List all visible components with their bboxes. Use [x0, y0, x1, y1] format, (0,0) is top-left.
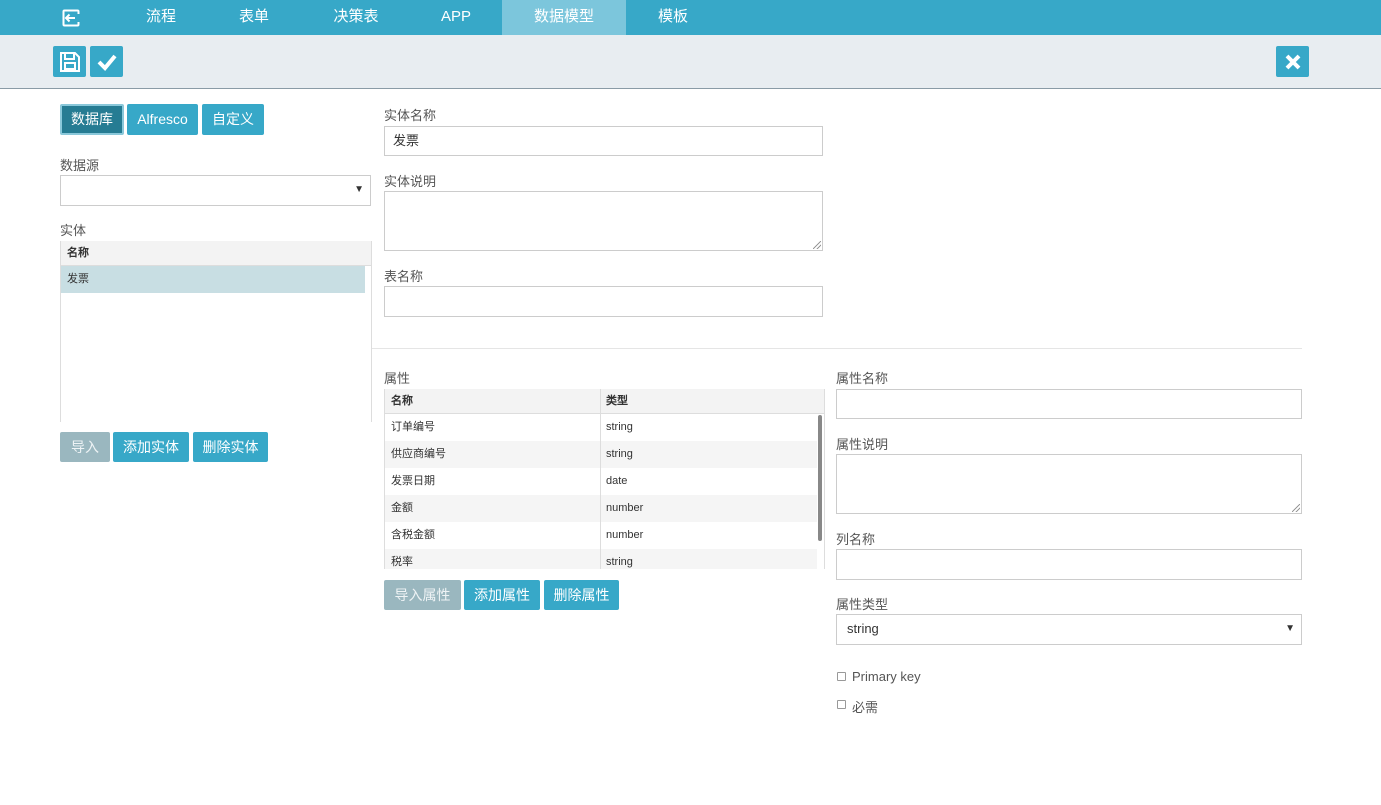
- attribute-grid-scrollbar[interactable]: [818, 415, 822, 541]
- tab-database[interactable]: 数据库: [60, 104, 124, 135]
- primary-key-checkbox[interactable]: [837, 672, 846, 681]
- attribute-name-cell: 订单编号: [391, 421, 435, 433]
- exit-icon[interactable]: [52, 0, 90, 35]
- entity-grid-header: 名称: [61, 241, 371, 266]
- attribute-grid-header: 名称 类型: [385, 389, 824, 414]
- save-icon: [59, 51, 80, 72]
- entity-name-label: 实体名称: [384, 108, 437, 123]
- attribute-type-cell: string: [606, 448, 633, 460]
- add-entity-button[interactable]: 添加实体: [113, 432, 189, 462]
- tab-custom[interactable]: 自定义: [202, 104, 264, 135]
- column-header-name[interactable]: 名称: [391, 389, 413, 413]
- nav-data-model[interactable]: 数据模型: [502, 0, 626, 41]
- attribute-type-label: 属性类型: [836, 597, 889, 612]
- attribute-name-label: 属性名称: [836, 371, 889, 386]
- delete-attribute-button[interactable]: 删除属性: [544, 580, 619, 610]
- column-header-type[interactable]: 类型: [606, 389, 628, 413]
- column-name-label: 列名称: [836, 532, 876, 547]
- resize-handle-icon[interactable]: [1292, 504, 1300, 512]
- primary-key-label: Primary key: [852, 669, 921, 684]
- nav-decision-table[interactable]: 决策表: [316, 0, 396, 35]
- attribute-name-cell: 含税金额: [391, 529, 435, 541]
- top-nav: 流程 表单 决策表 APP 数据模型 模板: [0, 0, 1381, 41]
- chevron-down-icon: ▼: [1285, 623, 1295, 634]
- attribute-name-input[interactable]: [836, 389, 1302, 419]
- toolbar: [0, 35, 1381, 89]
- nav-template[interactable]: 模板: [638, 0, 708, 35]
- import-entity-button[interactable]: 导入: [60, 432, 110, 462]
- required-checkbox[interactable]: [837, 700, 846, 709]
- delete-entity-button[interactable]: 删除实体: [193, 432, 268, 462]
- entity-name-input[interactable]: 发票: [384, 126, 823, 156]
- entities-label: 实体: [60, 223, 87, 238]
- attribute-type-cell: date: [606, 475, 628, 487]
- nav-app[interactable]: APP: [421, 0, 491, 35]
- close-button[interactable]: [1276, 46, 1309, 77]
- datasource-label: 数据源: [60, 158, 100, 173]
- attribute-name-cell: 金额: [391, 502, 413, 514]
- import-attribute-button[interactable]: 导入属性: [384, 580, 461, 610]
- attribute-name-cell: 税率: [391, 556, 413, 568]
- table-name-label: 表名称: [384, 269, 424, 284]
- attribute-type-cell: number: [606, 529, 644, 541]
- entity-description-label: 实体说明: [384, 174, 437, 189]
- nav-form[interactable]: 表单: [219, 0, 289, 35]
- column-name-input[interactable]: [836, 549, 1302, 580]
- attribute-grid: 名称 类型 订单编号 string 供应商编号 string 发票日期 date…: [384, 389, 825, 569]
- table-name-input[interactable]: [384, 286, 823, 317]
- nav-process[interactable]: 流程: [126, 0, 196, 35]
- attribute-row[interactable]: 订单编号 string: [385, 414, 817, 441]
- attribute-row[interactable]: 金额 number: [385, 495, 817, 522]
- entity-row[interactable]: 发票: [61, 266, 365, 293]
- attributes-label: 属性: [384, 371, 411, 386]
- attribute-row[interactable]: 税率 string: [385, 549, 817, 569]
- check-icon: [97, 54, 117, 71]
- attribute-row[interactable]: 含税金额 number: [385, 522, 817, 549]
- close-icon: [1285, 54, 1300, 69]
- attribute-type-cell: string: [606, 421, 633, 433]
- confirm-button[interactable]: [90, 46, 123, 77]
- required-label: 必需: [852, 700, 879, 715]
- attribute-type-value: string: [847, 621, 879, 636]
- attribute-name-cell: 发票日期: [391, 475, 435, 487]
- resize-handle-icon[interactable]: [813, 241, 821, 249]
- attribute-type-cell: number: [606, 502, 644, 514]
- add-attribute-button[interactable]: 添加属性: [464, 580, 540, 610]
- chevron-down-icon: ▼: [354, 184, 364, 195]
- attribute-row[interactable]: 供应商编号 string: [385, 441, 817, 468]
- entity-description-textarea[interactable]: [384, 191, 823, 251]
- entity-grid: 名称 发票: [60, 241, 372, 422]
- save-button[interactable]: [53, 46, 86, 77]
- attribute-description-textarea[interactable]: [836, 454, 1302, 514]
- attribute-type-select[interactable]: string ▼: [836, 614, 1302, 645]
- attribute-row[interactable]: 发票日期 date: [385, 468, 817, 495]
- datasource-select[interactable]: ▼: [60, 175, 371, 206]
- tab-alfresco[interactable]: Alfresco: [127, 104, 198, 135]
- attribute-name-cell: 供应商编号: [391, 448, 446, 460]
- section-divider: [372, 348, 1302, 349]
- attribute-type-cell: string: [606, 556, 633, 568]
- attribute-description-label: 属性说明: [836, 437, 889, 452]
